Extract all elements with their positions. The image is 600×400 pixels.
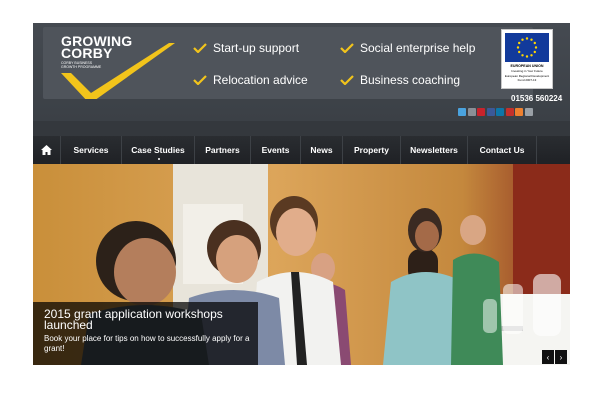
nav-contact-us[interactable]: Contact Us bbox=[468, 136, 537, 164]
nav-home[interactable] bbox=[33, 136, 61, 164]
nav-events[interactable]: Events bbox=[251, 136, 301, 164]
google-plus-icon[interactable] bbox=[467, 108, 476, 116]
service-label: Business coaching bbox=[360, 73, 461, 87]
service-label: Relocation advice bbox=[213, 73, 308, 87]
check-icon bbox=[340, 43, 354, 53]
slide-next-button[interactable]: › bbox=[555, 350, 567, 364]
eu-flag-icon bbox=[505, 33, 549, 62]
service-startup-support[interactable]: Start-up support bbox=[193, 41, 299, 55]
slide-controls: ‹ › bbox=[541, 350, 567, 364]
pinterest-icon[interactable] bbox=[477, 108, 485, 116]
check-icon bbox=[193, 75, 207, 85]
header-banner: GROWING CORBY CORBY BUSINESS GROWTH PROG… bbox=[43, 27, 533, 99]
nav-services[interactable]: Services bbox=[61, 136, 122, 164]
dropdown-caret-icon bbox=[158, 158, 160, 160]
service-label: Social enterprise help bbox=[360, 41, 476, 55]
linkedin-icon[interactable] bbox=[496, 108, 504, 116]
check-icon bbox=[340, 75, 354, 85]
check-icon bbox=[193, 43, 207, 53]
twitter-icon[interactable] bbox=[458, 108, 466, 116]
eu-funding-logo: EUROPEAN UNION Investing in Your Future … bbox=[501, 29, 553, 89]
nav-property[interactable]: Property bbox=[343, 136, 401, 164]
nav-partners[interactable]: Partners bbox=[195, 136, 251, 164]
social-icons bbox=[458, 108, 534, 116]
eu-subtitle: Investing in Your Future bbox=[511, 69, 543, 73]
slide-caption[interactable]: 2015 grant application workshops launche… bbox=[33, 302, 258, 365]
main-nav: Services Case Studies Partners Events Ne… bbox=[33, 136, 570, 164]
service-relocation-advice[interactable]: Relocation advice bbox=[193, 73, 308, 87]
phone-number[interactable]: 01536 560224 bbox=[511, 94, 562, 103]
home-icon bbox=[41, 145, 52, 155]
growing-corby-logo[interactable]: GROWING CORBY CORBY BUSINESS GROWTH PROG… bbox=[61, 34, 181, 99]
youtube-icon[interactable] bbox=[505, 108, 514, 116]
facebook-icon[interactable] bbox=[486, 108, 495, 116]
nav-case-studies[interactable]: Case Studies bbox=[122, 136, 195, 164]
email-icon[interactable] bbox=[524, 108, 533, 116]
website-frame: GROWING CORBY CORBY BUSINESS GROWTH PROG… bbox=[33, 23, 570, 365]
slide-title[interactable]: 2015 grant application workshops launche… bbox=[44, 308, 254, 331]
site-header: GROWING CORBY CORBY BUSINESS GROWTH PROG… bbox=[33, 23, 570, 121]
header-divider-band bbox=[33, 121, 570, 136]
header-services: Start-up support Social enterprise help … bbox=[193, 41, 493, 91]
slide-prev-button[interactable]: ‹ bbox=[542, 350, 554, 364]
eu-title: EUROPEAN UNION bbox=[510, 64, 544, 68]
nav-news[interactable]: News bbox=[301, 136, 343, 164]
slide-text: Book your place for tips on how to succe… bbox=[44, 334, 250, 353]
rss-icon[interactable] bbox=[515, 108, 523, 116]
service-business-coaching[interactable]: Business coaching bbox=[340, 73, 460, 87]
service-label: Start-up support bbox=[213, 41, 300, 55]
eu-fund: European Regional Development Fund 2007-… bbox=[504, 74, 550, 82]
service-social-enterprise[interactable]: Social enterprise help bbox=[340, 41, 475, 55]
logo-tagline2: GROWTH PROGRAMME bbox=[61, 65, 102, 69]
nav-newsletters[interactable]: Newsletters bbox=[401, 136, 468, 164]
hero-slideshow[interactable]: 2015 grant application workshops launche… bbox=[33, 164, 570, 365]
